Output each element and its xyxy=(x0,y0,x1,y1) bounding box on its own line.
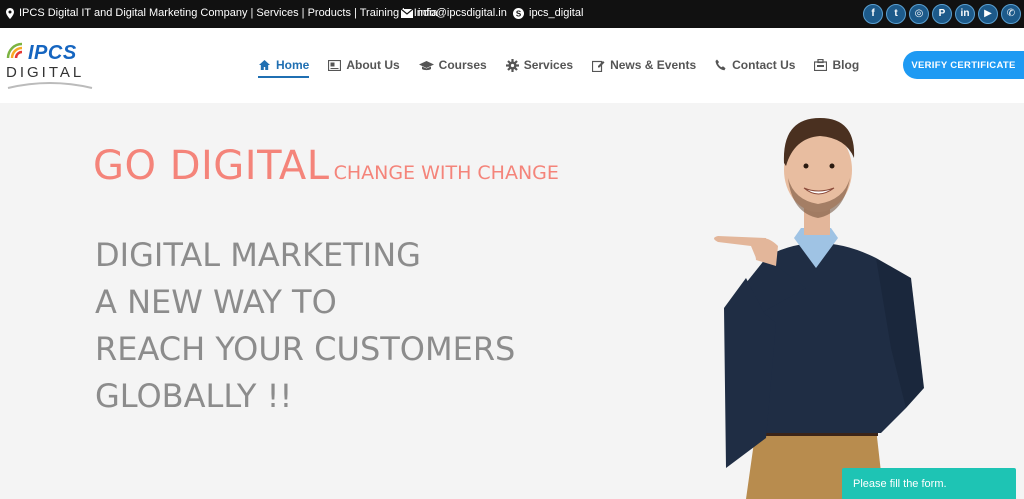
site-logo[interactable]: IPCS DIGITAL xyxy=(6,42,96,92)
go-digital-heading: GO DIGITAL xyxy=(93,143,330,189)
pinterest-icon[interactable]: P xyxy=(932,4,952,24)
nav-services[interactable]: Services xyxy=(505,58,574,72)
nav-about[interactable]: About Us xyxy=(328,58,400,72)
skype-link[interactable]: ipcs_digital xyxy=(529,7,583,19)
gear-icon xyxy=(505,58,519,72)
nav-contact[interactable]: Contact Us xyxy=(715,58,795,72)
top-info-bar: IPCS Digital IT and Digital Marketing Co… xyxy=(0,0,1024,28)
instagram-icon[interactable]: ◎ xyxy=(909,4,929,24)
signal-arcs-icon xyxy=(6,42,23,59)
location-pin-icon xyxy=(6,7,14,19)
twitter-icon[interactable]: t xyxy=(886,4,906,24)
nav-home-label: Home xyxy=(276,58,310,72)
graduation-cap-icon xyxy=(418,60,434,71)
edit-icon xyxy=(592,59,605,72)
nav-news[interactable]: News & Events xyxy=(592,58,696,72)
company-tagline: IPCS Digital IT and Digital Marketing Co… xyxy=(19,7,438,19)
headline-line-4: GLOBALLY !! xyxy=(95,377,293,415)
whatsapp-icon[interactable]: ✆ xyxy=(1001,4,1021,24)
nav-about-label: About Us xyxy=(346,58,400,72)
headline-line-1: DIGITAL MARKETING xyxy=(95,236,421,274)
nav-blog[interactable]: Blog xyxy=(814,58,859,72)
email-info[interactable]: info@ipcsdigital.in xyxy=(401,7,507,19)
hero-banner: GO DIGITAL CHANGE WITH CHANGE DIGITAL MA… xyxy=(0,103,1024,499)
linkedin-icon[interactable]: in xyxy=(955,4,975,24)
fill-form-button[interactable]: Please fill the form. xyxy=(842,468,1016,499)
company-info: IPCS Digital IT and Digital Marketing Co… xyxy=(6,7,438,19)
skype-info[interactable]: S ipcs_digital xyxy=(513,7,583,19)
headline-line-2: A NEW WAY TO xyxy=(95,283,337,321)
social-links: f t ◎ P in ▶ ✆ xyxy=(863,4,1021,24)
logo-swoosh xyxy=(7,82,93,89)
nav-courses[interactable]: Courses xyxy=(418,58,487,72)
main-nav: Home About Us Courses Services News & Ev… xyxy=(258,58,878,78)
facebook-icon[interactable]: f xyxy=(863,4,883,24)
skype-icon: S xyxy=(513,7,524,19)
nav-services-label: Services xyxy=(523,58,574,72)
youtube-icon[interactable]: ▶ xyxy=(978,4,998,24)
hero-tagline: GO DIGITAL CHANGE WITH CHANGE xyxy=(93,143,559,189)
nav-contact-label: Contact Us xyxy=(732,58,796,72)
nav-courses-label: Courses xyxy=(438,58,487,72)
change-subheading: CHANGE WITH CHANGE xyxy=(333,162,559,184)
site-header: IPCS DIGITAL Home About Us Courses Servi… xyxy=(0,28,1024,103)
mail-icon xyxy=(401,8,413,18)
verify-certificate-button[interactable]: VERIFY CERTIFICATE xyxy=(903,51,1024,79)
nav-home[interactable]: Home xyxy=(258,58,310,78)
briefcase-icon xyxy=(814,59,828,71)
svg-text:S: S xyxy=(516,9,522,18)
nav-blog-label: Blog xyxy=(832,58,860,72)
logo-text-bottom: DIGITAL xyxy=(6,64,85,81)
email-link[interactable]: info@ipcsdigital.in xyxy=(418,7,507,19)
nav-news-label: News & Events xyxy=(610,58,697,72)
home-icon xyxy=(258,59,271,71)
hero-headline: DIGITAL MARKETING A NEW WAY TO REACH YOU… xyxy=(95,232,515,420)
logo-text-top: IPCS xyxy=(28,42,77,64)
id-card-icon xyxy=(328,59,342,71)
headline-line-3: REACH YOUR CUSTOMERS xyxy=(95,330,516,368)
phone-icon xyxy=(715,59,727,71)
pointing-man-image xyxy=(714,118,924,499)
